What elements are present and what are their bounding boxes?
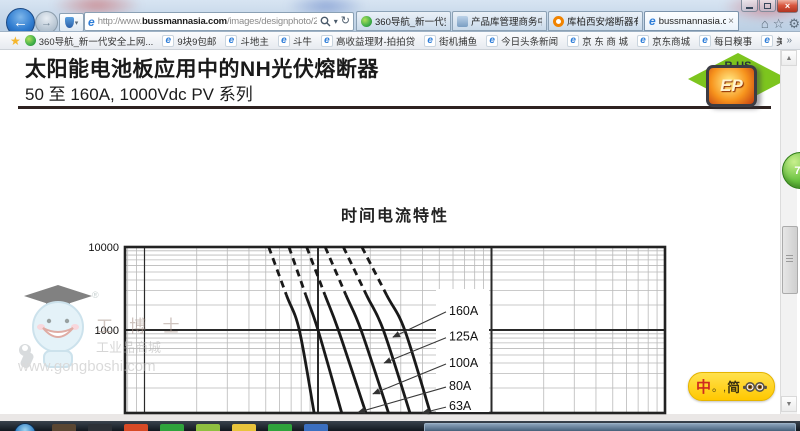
curve-label-63A: 63A [449,399,472,413]
taskbar-app-icon[interactable] [268,424,292,431]
scroll-up-icon: ▲ [786,55,793,62]
vertical-scrollbar[interactable]: ▲ ▼ [780,50,797,414]
ime-status-bar[interactable]: 中 。, 简 [688,372,775,401]
registered-mark: ® [92,290,99,300]
scroll-down-button[interactable]: ▼ [781,396,797,412]
taskbar-app-icon[interactable] [52,424,76,431]
sogou-eyes-icon[interactable] [743,378,767,396]
browser-window: ← → ▾ e http://www.bussmannasia.com/imag… [0,0,800,431]
taskbar-app-icon[interactable] [232,424,256,431]
watermark-subtitle: 工业品商城 [96,340,161,355]
scroll-up-button[interactable]: ▲ [781,50,797,66]
taskbar-app-icon[interactable] [124,424,148,431]
curve-label-100A: 100A [449,356,479,370]
scrollbar-thumb[interactable] [782,226,798,294]
taskbar-active-window-button[interactable] [424,423,796,431]
ime-punctuation-indicator[interactable]: 。, [712,379,726,395]
curve-label-80A: 80A [449,379,472,393]
curve-label-160A: 160A [449,304,479,318]
taskbar-app-icon[interactable] [304,424,328,431]
scroll-down-icon: ▼ [786,401,793,408]
taskbar-app-icon[interactable] [88,424,112,431]
y-axis-tick-label: 10000 [88,242,119,254]
ime-language-indicator[interactable]: 中 [696,376,711,397]
taskbar-app-icon[interactable] [160,424,184,431]
gongboshi-watermark: ® 工 博 士 工业品商城 www.gongboshi.com [12,280,247,375]
watermark-brand: 工 博 士 [96,317,186,336]
ime-simplified-indicator[interactable]: 简 [727,377,740,396]
taskbar-app-icon[interactable] [196,424,220,431]
watermark-url: www.gongboshi.com [17,358,156,375]
curve-label-125A: 125A [449,330,479,344]
